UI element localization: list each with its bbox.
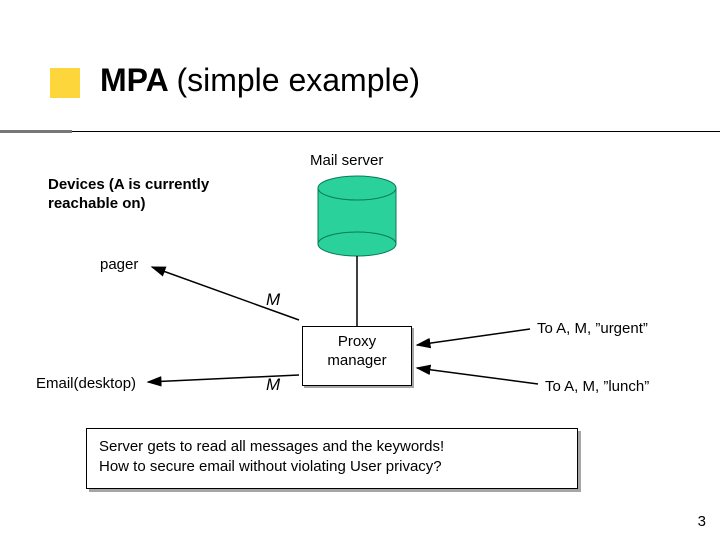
to-lunch-label: To A, M, ”lunch” bbox=[545, 378, 649, 395]
arrow-urgent-to-proxy bbox=[417, 329, 530, 345]
to-urgent-label: To A, M, ”urgent” bbox=[537, 320, 648, 337]
devices-line1: Devices (A is currently bbox=[48, 176, 209, 193]
email-desktop-label: Email(desktop) bbox=[36, 375, 136, 392]
slide-number: 3 bbox=[698, 513, 706, 530]
arrow-lunch-to-proxy bbox=[417, 368, 538, 384]
devices-line2: reachable on) bbox=[48, 195, 146, 212]
title-underline-long bbox=[72, 131, 720, 132]
proxy-line1: Proxy bbox=[338, 333, 376, 350]
title-underline-short bbox=[0, 130, 72, 133]
m-label-1: M bbox=[266, 290, 280, 310]
warning-callout: Server gets to read all messages and the… bbox=[86, 428, 578, 489]
proxy-line2: manager bbox=[327, 352, 386, 369]
m-label-2: M bbox=[266, 375, 280, 395]
callout-line2: How to secure email without violating Us… bbox=[99, 458, 442, 475]
mail-server-cylinder-icon bbox=[318, 176, 396, 256]
devices-label: Devices (A is currently reachable on) bbox=[48, 176, 209, 214]
title-main: MPA bbox=[100, 62, 168, 98]
title-sub: (simple example) bbox=[176, 62, 420, 98]
proxy-manager-box: Proxy manager bbox=[302, 326, 412, 386]
slide-title: MPA (simple example) bbox=[100, 62, 420, 99]
pager-label: pager bbox=[100, 256, 138, 273]
title-accent-square bbox=[50, 68, 80, 98]
mail-server-label: Mail server bbox=[310, 152, 383, 169]
callout-line1: Server gets to read all messages and the… bbox=[99, 438, 444, 455]
